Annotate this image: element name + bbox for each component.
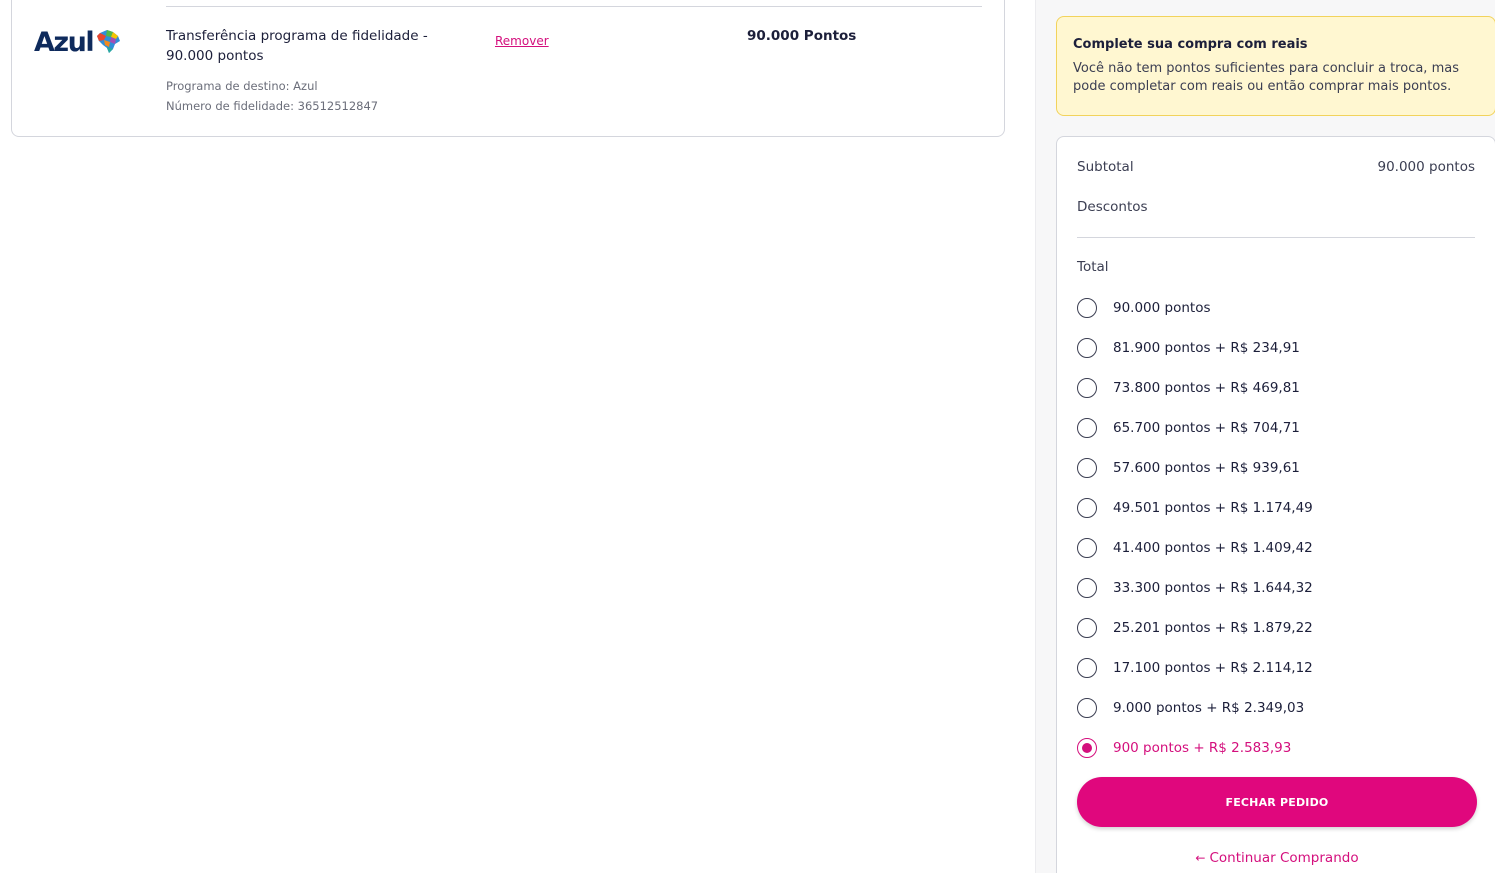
payment-option[interactable]: 25.201 pontos + R$ 1.879,22 [1077,617,1313,639]
item-title: Transferência programa de fidelidade - 9… [166,28,428,64]
radio-button[interactable] [1077,418,1097,438]
total-row: Total [1077,259,1475,275]
total-label: Total [1077,259,1109,275]
payment-option[interactable]: 17.100 pontos + R$ 2.114,12 [1077,657,1313,679]
discounts-label: Descontos [1077,199,1148,215]
destination-program: Programa de destino: Azul [166,79,318,93]
continue-shopping-link[interactable]: ← Continuar Comprando [1057,850,1495,866]
divider [1077,237,1475,238]
radio-button[interactable] [1077,658,1097,678]
checkout-page: Azul Transferência programa de fidelidad… [0,0,1495,873]
payment-option[interactable]: 90.000 pontos [1077,297,1211,319]
logo-text: Azul [34,27,95,58]
payment-option-label: 41.400 pontos + R$ 1.409,42 [1113,540,1313,556]
arrow-left-icon: ← [1195,851,1206,865]
payment-option[interactable]: 41.400 pontos + R$ 1.409,42 [1077,537,1313,559]
remove-link[interactable]: Remover [495,34,549,48]
radio-button[interactable] [1077,738,1097,758]
payment-option-label: 9.000 pontos + R$ 2.349,03 [1113,700,1305,716]
order-summary: Subtotal 90.000 pontos Descontos Total 9… [1056,136,1495,873]
payment-option-label: 57.600 pontos + R$ 939,61 [1113,460,1300,476]
radio-button[interactable] [1077,458,1097,478]
continue-shopping-label: Continuar Comprando [1209,850,1359,866]
payment-option-label: 25.201 pontos + R$ 1.879,22 [1113,620,1313,636]
brazil-map-icon [97,29,121,53]
payment-option-label: 33.300 pontos + R$ 1.644,32 [1113,580,1313,596]
payment-option-label: 65.700 pontos + R$ 704,71 [1113,420,1300,436]
radio-button[interactable] [1077,578,1097,598]
subtotal-value: 90.000 pontos [1377,159,1476,175]
radio-button[interactable] [1077,338,1097,358]
item-points: 90.000 Pontos [747,28,857,44]
azul-logo: Azul [34,27,122,58]
payment-option[interactable]: 73.800 pontos + R$ 469,81 [1077,377,1300,399]
radio-button[interactable] [1077,618,1097,638]
payment-option[interactable]: 57.600 pontos + R$ 939,61 [1077,457,1300,479]
payment-option[interactable]: 81.900 pontos + R$ 234,91 [1077,337,1300,359]
loyalty-number: Número de fidelidade: 36512512847 [166,99,379,113]
radio-button[interactable] [1077,498,1097,518]
order-sidebar: Complete sua compra com reais Você não t… [1035,0,1495,873]
payment-option-label: 90.000 pontos [1113,300,1211,316]
checkout-button[interactable]: FECHAR PEDIDO [1077,777,1477,827]
payment-option-label: 17.100 pontos + R$ 2.114,12 [1113,660,1313,676]
subtotal-label: Subtotal [1077,159,1134,175]
insufficient-points-alert: Complete sua compra com reais Você não t… [1056,16,1495,116]
cart-item-card: Azul Transferência programa de fidelidad… [11,0,1005,137]
payment-option-label: 900 pontos + R$ 2.583,93 [1113,740,1292,756]
payment-option-label: 81.900 pontos + R$ 234,91 [1113,340,1300,356]
radio-button[interactable] [1077,298,1097,318]
payment-option[interactable]: 33.300 pontos + R$ 1.644,32 [1077,577,1313,599]
payment-option-label: 49.501 pontos + R$ 1.174,49 [1113,500,1313,516]
payment-option-label: 73.800 pontos + R$ 469,81 [1113,380,1300,396]
subtotal-row: Subtotal 90.000 pontos [1077,159,1475,175]
discounts-row: Descontos [1077,199,1475,215]
divider [166,6,982,7]
radio-button[interactable] [1077,538,1097,558]
payment-option[interactable]: 900 pontos + R$ 2.583,93 [1077,737,1291,759]
payment-option[interactable]: 49.501 pontos + R$ 1.174,49 [1077,497,1313,519]
payment-option[interactable]: 65.700 pontos + R$ 704,71 [1077,417,1300,439]
alert-title: Complete sua compra com reais [1073,37,1308,52]
radio-button[interactable] [1077,698,1097,718]
radio-button[interactable] [1077,378,1097,398]
alert-text: Você não tem pontos suficientes para con… [1073,61,1459,94]
payment-option[interactable]: 9.000 pontos + R$ 2.349,03 [1077,697,1304,719]
